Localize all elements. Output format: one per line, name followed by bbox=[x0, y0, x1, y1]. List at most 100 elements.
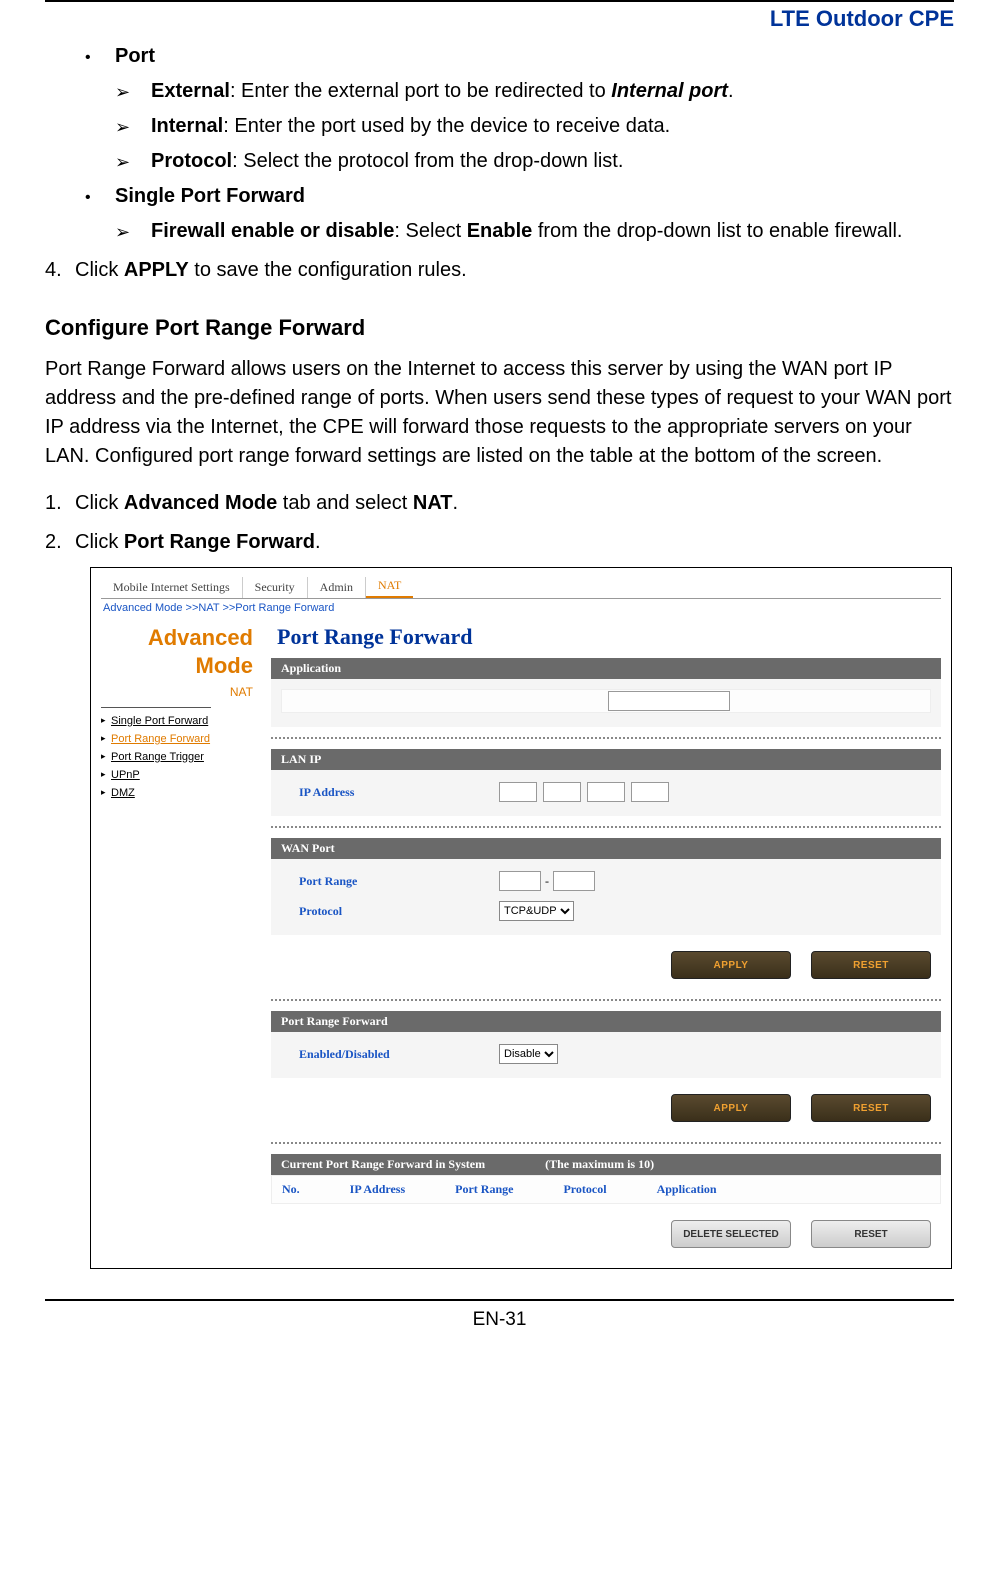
firewall-text-b: from the drop-down list to enable firewa… bbox=[532, 220, 902, 242]
side-l2: Port Range Trigger bbox=[111, 751, 204, 763]
s1d: NAT bbox=[413, 492, 453, 514]
external-text: : Enter the external port to be redirect… bbox=[230, 80, 611, 102]
enabled-select[interactable]: Disable bbox=[499, 1044, 558, 1064]
tab-security[interactable]: Security bbox=[243, 577, 308, 598]
step-2-text: Click Port Range Forward. bbox=[75, 528, 321, 557]
s2b: Port Range Forward bbox=[124, 531, 315, 553]
col-no: No. bbox=[282, 1182, 300, 1197]
breadcrumb: Advanced Mode >>NAT >>Port Range Forward bbox=[101, 599, 941, 624]
firewall-enable-bold: Enable bbox=[467, 220, 533, 242]
step-1-number: 1. bbox=[45, 489, 75, 518]
internal-label: Internal bbox=[151, 115, 223, 137]
external-label: External bbox=[151, 80, 230, 102]
protocol-select[interactable]: TCP&UDP bbox=[499, 901, 574, 921]
arrow-icon bbox=[115, 77, 151, 106]
adv2: Mode bbox=[196, 653, 253, 678]
page-number: EN-31 bbox=[473, 1309, 527, 1330]
port-range-label: Port Range bbox=[299, 874, 499, 889]
s2c: . bbox=[315, 531, 321, 553]
ip-seg-1[interactable] bbox=[499, 782, 537, 802]
arrow-icon bbox=[115, 147, 151, 176]
col-app: Application bbox=[657, 1182, 717, 1197]
dotted-separator bbox=[271, 826, 941, 828]
s1c: tab and select bbox=[277, 492, 413, 514]
delete-selected-button[interactable]: DELETE SELECTED bbox=[671, 1220, 791, 1248]
side-l3: UPnP bbox=[111, 769, 140, 781]
s1a: Click bbox=[75, 492, 124, 514]
firewall-label: Firewall enable or disable bbox=[151, 220, 394, 242]
dotted-separator bbox=[271, 1142, 941, 1144]
tab-nat[interactable]: NAT bbox=[366, 575, 413, 598]
router-screenshot: Mobile Internet Settings Security Admin … bbox=[90, 567, 952, 1269]
col-ip: IP Address bbox=[350, 1182, 405, 1197]
external-line: External: Enter the external port to be … bbox=[151, 77, 734, 106]
dotted-separator bbox=[271, 999, 941, 1001]
range-dash: - bbox=[545, 874, 549, 889]
reset-button-1[interactable]: RESET bbox=[811, 951, 931, 979]
section-prf-header: Port Range Forward bbox=[271, 1011, 941, 1032]
ip-seg-2[interactable] bbox=[543, 782, 581, 802]
application-input[interactable] bbox=[608, 691, 730, 711]
caret-icon bbox=[101, 715, 111, 727]
side-l4: DMZ bbox=[111, 787, 135, 799]
s1e: . bbox=[453, 492, 459, 514]
step4-c: to save the configuration rules. bbox=[189, 259, 467, 281]
reset-button-3[interactable]: RESET bbox=[811, 1220, 931, 1248]
section-heading: Configure Port Range Forward bbox=[45, 315, 954, 341]
arrow-icon bbox=[115, 112, 151, 141]
application-row bbox=[281, 689, 931, 713]
sidebar-item-port-range-forward[interactable]: Port Range Forward bbox=[101, 730, 261, 748]
step-1-text: Click Advanced Mode tab and select NAT. bbox=[75, 489, 458, 518]
step-4-text: Click APPLY to save the configuration ru… bbox=[75, 256, 467, 285]
sidebar-divider bbox=[101, 707, 211, 708]
sidebar-item-single-port[interactable]: Single Port Forward bbox=[101, 712, 261, 730]
caret-icon bbox=[101, 751, 111, 763]
document-title: LTE Outdoor CPE bbox=[45, 6, 954, 32]
s1b: Advanced Mode bbox=[124, 492, 277, 514]
reset-button-2[interactable]: RESET bbox=[811, 1094, 931, 1122]
section-application-header: Application bbox=[271, 658, 941, 679]
section-wan-header: WAN Port bbox=[271, 838, 941, 859]
sidebar-item-upnp[interactable]: UPnP bbox=[101, 766, 261, 784]
ip-seg-3[interactable] bbox=[587, 782, 625, 802]
section-paragraph: Port Range Forward allows users on the I… bbox=[45, 355, 954, 471]
step4-a: Click bbox=[75, 259, 124, 281]
current-head-text: Current Port Range Forward in System bbox=[281, 1157, 485, 1172]
firewall-text-a: : Select bbox=[394, 220, 466, 242]
step4-b: APPLY bbox=[124, 259, 189, 281]
page-footer: EN-31 bbox=[45, 1299, 954, 1331]
col-range: Port Range bbox=[455, 1182, 513, 1197]
tab-admin[interactable]: Admin bbox=[308, 577, 366, 598]
port-range-from-input[interactable] bbox=[499, 871, 541, 891]
port-range-to-input[interactable] bbox=[553, 871, 595, 891]
apply-button-1[interactable]: APPLY bbox=[671, 951, 791, 979]
ip-seg-4[interactable] bbox=[631, 782, 669, 802]
sidebar: Advanced Mode NAT Single Port Forward Po… bbox=[101, 624, 271, 1258]
panel-title: Port Range Forward bbox=[271, 624, 941, 658]
max-note: (The maximum is 10) bbox=[545, 1157, 654, 1172]
enabled-row: Enabled/Disabled Disable bbox=[281, 1038, 931, 1068]
bullet-icon bbox=[85, 42, 115, 71]
apply-button-2[interactable]: APPLY bbox=[671, 1094, 791, 1122]
current-table-header: Current Port Range Forward in System (Th… bbox=[271, 1154, 941, 1175]
dotted-separator bbox=[271, 737, 941, 739]
caret-icon bbox=[101, 769, 111, 781]
adv1: Advanced bbox=[148, 625, 253, 650]
section-lanip-header: LAN IP bbox=[271, 749, 941, 770]
sidebar-item-port-range-trigger[interactable]: Port Range Trigger bbox=[101, 748, 261, 766]
firewall-line: Firewall enable or disable: Select Enabl… bbox=[151, 217, 902, 246]
side-l1: Port Range Forward bbox=[111, 733, 210, 745]
advanced-mode-title: Advanced Mode bbox=[101, 624, 261, 685]
protocol-field-label: Protocol bbox=[299, 904, 499, 919]
sidebar-item-dmz[interactable]: DMZ bbox=[101, 784, 261, 802]
step-2-number: 2. bbox=[45, 528, 75, 557]
enabled-label: Enabled/Disabled bbox=[299, 1047, 499, 1062]
side-l0: Single Port Forward bbox=[111, 715, 208, 727]
top-tabs: Mobile Internet Settings Security Admin … bbox=[101, 574, 941, 599]
protocol-label: Protocol bbox=[151, 150, 232, 172]
tab-mobile-internet[interactable]: Mobile Internet Settings bbox=[101, 577, 243, 598]
s2a: Click bbox=[75, 531, 124, 553]
protocol-text: : Select the protocol from the drop-down… bbox=[232, 150, 623, 172]
step-4-number: 4. bbox=[45, 256, 75, 285]
bullet-icon bbox=[85, 182, 115, 211]
